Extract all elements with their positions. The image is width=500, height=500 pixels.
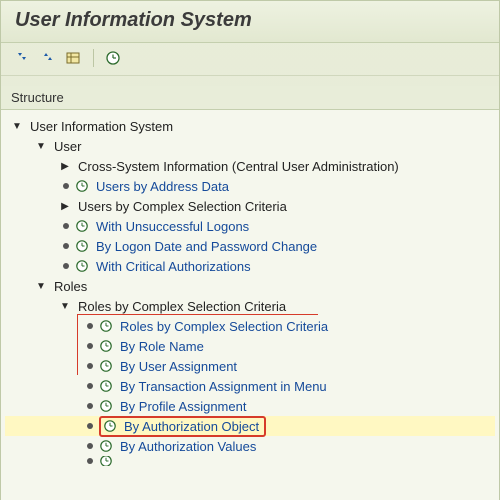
node-label: Roles by Complex Selection Criteria xyxy=(117,318,331,335)
tree-node-cross-system[interactable]: ▶ Cross-System Information (Central User… xyxy=(5,156,495,176)
expand-icon[interactable]: ▶ xyxy=(59,200,71,212)
toolbar xyxy=(1,43,499,76)
node-label: By Authorization Values xyxy=(117,438,259,455)
tree-leaf-authorization-values[interactable]: By Authorization Values xyxy=(5,436,495,456)
highlight-annotation: By Authorization Object xyxy=(99,416,266,437)
bullet-icon xyxy=(63,223,69,229)
clock-execute-icon xyxy=(105,50,121,66)
node-label: By User Assignment xyxy=(117,358,240,375)
tree-panel: ▼ User Information System ▼ User ▶ Cross… xyxy=(1,110,499,500)
collapse-icon[interactable]: ▼ xyxy=(35,280,47,292)
clock-icon xyxy=(99,339,113,353)
select-variant-button[interactable] xyxy=(65,49,83,67)
collapse-icon[interactable]: ▼ xyxy=(11,120,23,132)
tree-leaf-authorization-object[interactable]: By Authorization Object xyxy=(5,416,495,436)
tree-leaf-users-address[interactable]: Users by Address Data xyxy=(5,176,495,196)
node-label: By Transaction Assignment in Menu xyxy=(117,378,330,395)
clock-icon xyxy=(99,379,113,393)
toolbar-separator xyxy=(93,49,94,67)
node-label: By Role Name xyxy=(117,338,207,355)
node-label: With Unsuccessful Logons xyxy=(93,218,252,235)
tree-leaf-role-name[interactable]: By Role Name xyxy=(5,336,495,356)
bullet-icon xyxy=(63,183,69,189)
bullet-icon xyxy=(87,458,93,464)
node-label: User Information System xyxy=(27,118,176,135)
collapse-all-button[interactable] xyxy=(39,49,57,67)
node-label: Roles by Complex Selection Criteria xyxy=(75,298,289,315)
collapse-icon[interactable]: ▼ xyxy=(35,140,47,152)
title-bar: User Information System xyxy=(1,1,499,43)
node-label: User xyxy=(51,138,84,155)
collapse-icon[interactable]: ▼ xyxy=(59,300,71,312)
tree-node-roles[interactable]: ▼ Roles xyxy=(5,276,495,296)
collapse-cascade-icon xyxy=(40,51,56,65)
execute-button[interactable] xyxy=(104,49,122,67)
clock-icon xyxy=(99,439,113,453)
expand-all-button[interactable] xyxy=(13,49,31,67)
node-label: Users by Address Data xyxy=(93,178,232,195)
clock-icon xyxy=(99,456,113,466)
structure-header: Structure xyxy=(1,86,499,110)
tree-leaf-critical-auth[interactable]: With Critical Authorizations xyxy=(5,256,495,276)
tree-leaf-partial[interactable] xyxy=(5,456,495,466)
bullet-icon xyxy=(87,423,93,429)
clock-icon xyxy=(75,219,89,233)
expand-cascade-icon xyxy=(14,51,30,65)
node-label: With Critical Authorizations xyxy=(93,258,254,275)
tree-leaf-profile-assignment[interactable]: By Profile Assignment xyxy=(5,396,495,416)
bullet-icon xyxy=(87,383,93,389)
bullet-icon xyxy=(87,443,93,449)
clock-icon xyxy=(75,239,89,253)
bullet-icon xyxy=(63,263,69,269)
expand-icon[interactable]: ▶ xyxy=(59,160,71,172)
tree-node-root[interactable]: ▼ User Information System xyxy=(5,116,495,136)
clock-icon xyxy=(103,419,117,433)
tree-leaf-transaction-assignment[interactable]: By Transaction Assignment in Menu xyxy=(5,376,495,396)
node-label: By Logon Date and Password Change xyxy=(93,238,320,255)
node-label: Cross-System Information (Central User A… xyxy=(75,158,402,175)
tree-leaf-roles-complex-criteria[interactable]: Roles by Complex Selection Criteria xyxy=(5,316,495,336)
bullet-icon xyxy=(63,243,69,249)
bullet-icon xyxy=(87,343,93,349)
table-icon xyxy=(66,51,82,65)
node-label: By Profile Assignment xyxy=(117,398,249,415)
node-label: Users by Complex Selection Criteria xyxy=(75,198,290,215)
tree-node-roles-complex[interactable]: ▼ Roles by Complex Selection Criteria xyxy=(5,296,495,316)
page-title: User Information System xyxy=(15,9,485,32)
bullet-icon xyxy=(87,403,93,409)
clock-icon xyxy=(75,259,89,273)
node-label: Roles xyxy=(51,278,90,295)
tree-node-user[interactable]: ▼ User xyxy=(5,136,495,156)
tree-leaf-logon-date[interactable]: By Logon Date and Password Change xyxy=(5,236,495,256)
tree-leaf-user-assignment[interactable]: By User Assignment xyxy=(5,356,495,376)
tree-leaf-unsuccessful-logons[interactable]: With Unsuccessful Logons xyxy=(5,216,495,236)
bullet-icon xyxy=(87,363,93,369)
clock-icon xyxy=(99,319,113,333)
tree-node-users-complex[interactable]: ▶ Users by Complex Selection Criteria xyxy=(5,196,495,216)
clock-icon xyxy=(99,359,113,373)
app-window: User Information System xyxy=(0,0,500,500)
node-label: By Authorization Object xyxy=(121,418,262,435)
clock-icon xyxy=(99,399,113,413)
bullet-icon xyxy=(87,323,93,329)
clock-icon xyxy=(75,179,89,193)
